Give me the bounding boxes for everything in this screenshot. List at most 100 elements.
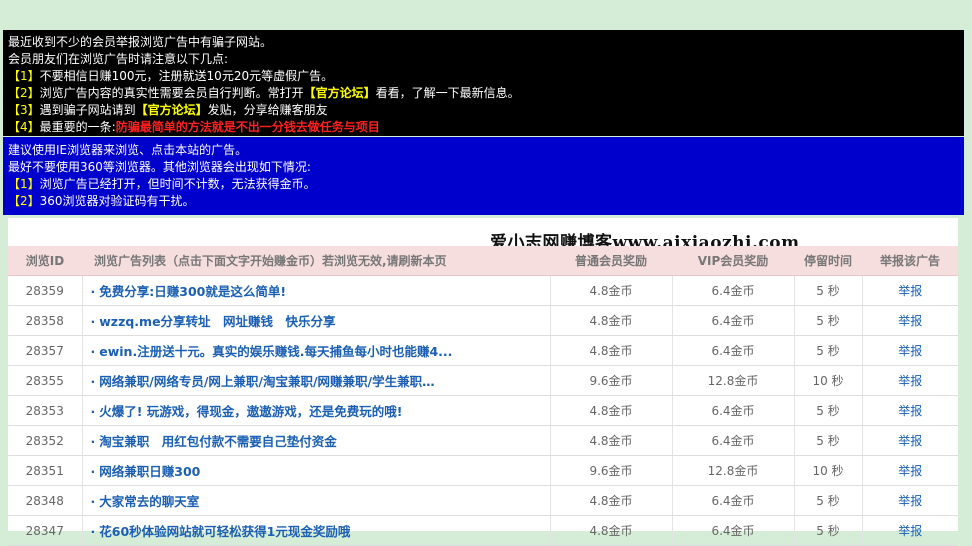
vip-reward: 6.4金币 — [672, 335, 795, 366]
bullet-icon: · — [90, 464, 96, 479]
vip-reward: 6.4金币 — [672, 275, 795, 306]
browser-item-1: 【1】浏览广告已经打开，但时间不计数，无法获得金币。 — [8, 176, 964, 193]
header-normal-reward: 普通会员奖励 — [550, 246, 672, 276]
item-text: 360浏览器对验证码有干扰。 — [39, 194, 195, 208]
report-link[interactable]: 举报 — [862, 395, 958, 426]
bullet-icon: · — [90, 314, 96, 329]
stay-time: 5 秒 — [794, 425, 863, 456]
item-text: 浏览广告已经打开，但时间不计数，无法获得金币。 — [39, 177, 316, 191]
browser-item-2: 【2】360浏览器对验证码有干扰。 — [8, 193, 964, 210]
header-report: 举报该广告 — [862, 246, 958, 276]
header-title: 浏览广告列表（点击下面文字开始赚金币）若浏览无效,请刷新本页 — [82, 246, 550, 276]
normal-reward: 9.6金币 — [550, 455, 673, 486]
header-id: 浏览ID — [8, 246, 82, 276]
ad-id: 28357 — [8, 335, 82, 366]
notice-line: 会员朋友们在浏览广告时请注意以下几点: — [8, 52, 229, 66]
table-row: 28351 · 网络兼职日赚300 9.6金币 12.8金币 10 秒举报 — [8, 455, 958, 486]
vip-reward: 12.8金币 — [672, 455, 795, 486]
item-prefix: 【1】 — [8, 177, 40, 191]
bullet-icon: · — [90, 374, 96, 389]
ad-id: 28358 — [8, 305, 82, 336]
notice-item-4: 【4】最重要的一条:防骗最简单的方法就是不出一分钱去做任务与项目 — [8, 119, 964, 136]
table-row: 28355 · 网络兼职/网络专员/网上兼职/淘宝兼职/网赚兼职/学生兼职… 9.6金… — [8, 365, 958, 396]
ad-title-link[interactable]: · 淘宝兼职 用红包付款不需要自己垫付资金 — [81, 425, 551, 456]
ad-title-link[interactable]: · 免费分享:日赚300就是这么简单! — [81, 275, 551, 306]
ad-title-link[interactable]: · 网络兼职日赚300 — [81, 455, 551, 486]
ad-title-text[interactable]: 网络兼职日赚300 — [99, 464, 200, 479]
official-forum-link[interactable]: 【官方论坛】 — [304, 86, 376, 100]
vip-reward: 6.4金币 — [672, 395, 795, 426]
table-row: 28353 · 火爆了! 玩游戏，得现金，遨遨游戏，还是免费玩的哦! 4.8金币 6.4… — [8, 395, 958, 426]
item-prefix: 【3】 — [8, 103, 40, 117]
bullet-icon: · — [90, 284, 96, 299]
report-link[interactable]: 举报 — [862, 425, 958, 456]
table-row: 28348 · 大家常去的聊天室 4.8金币 6.4金币 5 秒举报 — [8, 485, 958, 516]
vip-reward: 6.4金币 — [672, 485, 795, 516]
table-row: 28358 · wzzq.me分享转址 网址赚钱 快乐分享 4.8金币 6.4金币 5 秒… — [8, 305, 958, 336]
report-link[interactable]: 举报 — [862, 335, 958, 366]
bullet-icon: · — [90, 344, 96, 359]
ad-id: 28353 — [8, 395, 82, 426]
official-forum-link[interactable]: 【官方论坛】 — [136, 103, 208, 117]
ad-title-text[interactable]: ewin.注册送十元。真实的娱乐赚钱.每天捕鱼每小时也能赚4... — [99, 344, 452, 359]
ad-id: 28352 — [8, 425, 82, 456]
browser-notice: 建议使用IE浏览器来浏览、点击本站的广告。 最好不要使用360等浏览器。其他浏览… — [3, 137, 964, 215]
ad-title-link[interactable]: · wzzq.me分享转址 网址赚钱 快乐分享 — [81, 305, 551, 336]
ad-title-link[interactable]: · 火爆了! 玩游戏，得现金，遨遨游戏，还是免费玩的哦! — [81, 395, 551, 426]
stay-time: 5 秒 — [794, 335, 863, 366]
ad-id: 28351 — [8, 455, 82, 486]
table-row: 28359 · 免费分享:日赚300就是这么简单! 4.8金币 6.4金币 5 秒举报 — [8, 275, 958, 306]
item-text: 浏览广告内容的真实性需要会员自行判断。常打开 — [39, 86, 304, 100]
ad-title-link[interactable]: · 大家常去的聊天室 — [81, 485, 551, 516]
stay-time: 10 秒 — [794, 365, 863, 396]
item-text: 看看，了解一下最新信息。 — [375, 86, 520, 100]
notice-line: 最近收到不少的会员举报浏览广告中有骗子网站。 — [8, 35, 273, 49]
normal-reward: 4.8金币 — [550, 335, 673, 366]
notice-item-2: 【2】浏览广告内容的真实性需要会员自行判断。常打开【官方论坛】看看，了解一下最新… — [8, 85, 964, 102]
scam-warning-notice: 最近收到不少的会员举报浏览广告中有骗子网站。 会员朋友们在浏览广告时请注意以下几… — [3, 30, 964, 136]
ad-title-text[interactable]: 大家常去的聊天室 — [99, 494, 199, 509]
item-text: 不要相信日赚100元，注册就送10元20元等虚假广告。 — [39, 69, 334, 83]
item-text: 发贴，分享给赚客朋友 — [207, 103, 328, 117]
report-link[interactable]: 举报 — [862, 455, 958, 486]
header-stay-time: 停留时间 — [794, 246, 862, 276]
header-vip-reward: VIP会员奖励 — [672, 246, 794, 276]
table-row: 28357 · ewin.注册送十元。真实的娱乐赚钱.每天捕鱼每小时也能赚4... 4… — [8, 335, 958, 366]
top-band — [0, 0, 972, 30]
bullet-icon: · — [90, 434, 96, 449]
stay-time: 5 秒 — [794, 485, 863, 516]
stay-time: 5 秒 — [794, 275, 863, 306]
ad-title-text[interactable]: wzzq.me分享转址 网址赚钱 快乐分享 — [99, 314, 335, 329]
item-prefix: 【2】 — [8, 86, 40, 100]
normal-reward: 4.8金币 — [550, 425, 673, 456]
notice-item-1: 【1】不要相信日赚100元，注册就送10元20元等虚假广告。 — [8, 68, 964, 85]
notice-line: 建议使用IE浏览器来浏览、点击本站的广告。 — [8, 143, 248, 157]
ad-title-text[interactable]: 火爆了! 玩游戏，得现金，遨遨游戏，还是免费玩的哦! — [99, 404, 402, 419]
vip-reward: 6.4金币 — [672, 425, 795, 456]
report-link[interactable]: 举报 — [862, 365, 958, 396]
item-prefix: 【1】 — [8, 69, 40, 83]
report-link[interactable]: 举报 — [862, 485, 958, 516]
ad-title-text[interactable]: 免费分享:日赚300就是这么简单! — [99, 284, 286, 299]
normal-reward: 4.8金币 — [550, 395, 673, 426]
normal-reward: 4.8金币 — [550, 275, 673, 306]
ad-id: 28359 — [8, 275, 82, 306]
normal-reward: 4.8金币 — [550, 305, 673, 336]
ad-title-text[interactable]: 淘宝兼职 用红包付款不需要自己垫付资金 — [99, 434, 337, 449]
table-header-row: 浏览ID 浏览广告列表（点击下面文字开始赚金币）若浏览无效,请刷新本页 普通会员… — [8, 246, 958, 276]
table-row: 28352 · 淘宝兼职 用红包付款不需要自己垫付资金 4.8金币 6.4金币 5 秒举报 — [8, 425, 958, 456]
stay-time: 10 秒 — [794, 455, 863, 486]
normal-reward: 9.6金币 — [550, 365, 673, 396]
ad-id: 28355 — [8, 365, 82, 396]
ad-title-text[interactable]: 网络兼职/网络专员/网上兼职/淘宝兼职/网赚兼职/学生兼职… — [99, 374, 434, 389]
vip-reward: 6.4金币 — [672, 305, 795, 336]
ad-title-text[interactable]: 花60秒体验网站就可轻松获得1元现金奖励哦 — [99, 524, 350, 539]
report-link[interactable]: 举报 — [862, 305, 958, 336]
item-text: 遇到骗子网站请到 — [39, 103, 136, 117]
ad-id: 28348 — [8, 485, 82, 516]
notice-line: 最好不要使用360等浏览器。其他浏览器会出现如下情况: — [8, 160, 311, 174]
ad-title-link[interactable]: · ewin.注册送十元。真实的娱乐赚钱.每天捕鱼每小时也能赚4... — [81, 335, 551, 366]
ad-title-link[interactable]: · 网络兼职/网络专员/网上兼职/淘宝兼职/网赚兼职/学生兼职… — [81, 365, 551, 396]
report-link[interactable]: 举报 — [862, 275, 958, 306]
item-prefix: 【2】 — [8, 194, 40, 208]
